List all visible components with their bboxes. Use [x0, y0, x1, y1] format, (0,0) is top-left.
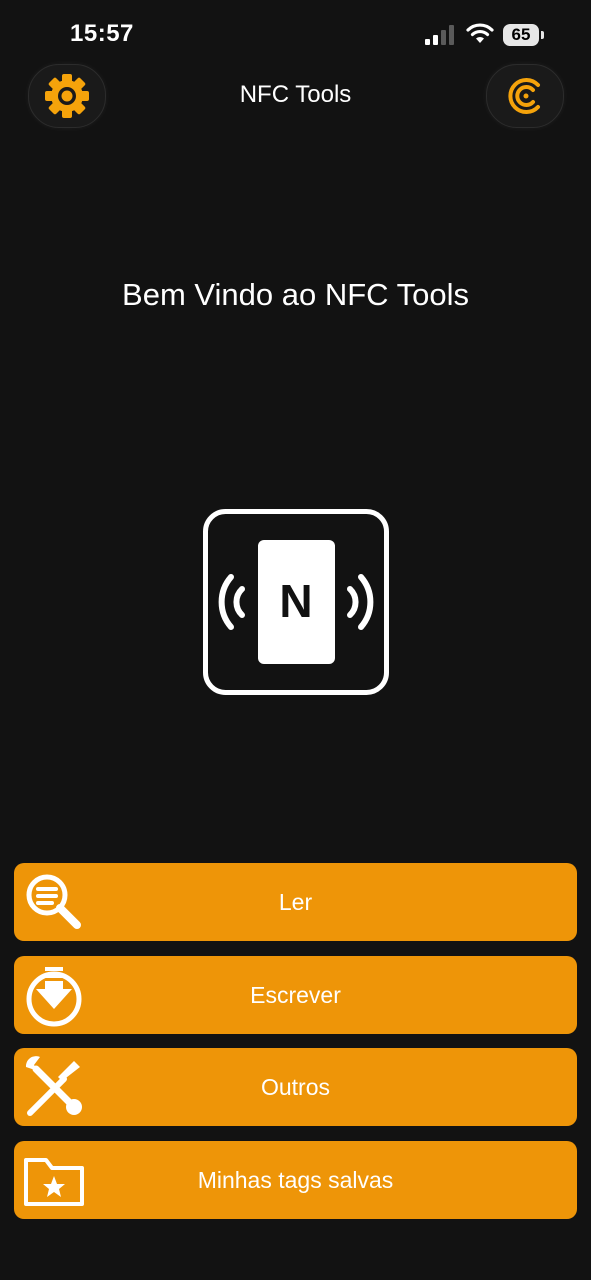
welcome-message: Bem Vindo ao NFC Tools: [122, 277, 469, 312]
read-button[interactable]: Ler: [14, 863, 577, 941]
pro-button[interactable]: [486, 64, 564, 128]
saved-tags-button-label: Minhas tags salvas: [197, 1167, 394, 1193]
write-button-label: Escrever: [250, 982, 341, 1008]
cellular-signal-icon: [425, 25, 454, 45]
battery-indicator: 65: [503, 24, 539, 46]
status-bar: 15:57 65: [0, 0, 591, 64]
nfc-logo-icon: N: [203, 509, 389, 695]
write-button[interactable]: Escrever: [14, 956, 577, 1034]
saved-tags-button[interactable]: Minhas tags salvas: [14, 1141, 577, 1219]
wifi-icon: [466, 23, 494, 43]
read-button-label: Ler: [278, 889, 313, 915]
nfc-logo-letter: N: [279, 575, 312, 627]
other-button[interactable]: Outros: [14, 1048, 577, 1126]
status-time: 15:57: [70, 20, 134, 47]
other-button-label: Outros: [260, 1074, 331, 1100]
battery-tip: [541, 31, 544, 39]
pro-c-icon: [508, 78, 540, 114]
